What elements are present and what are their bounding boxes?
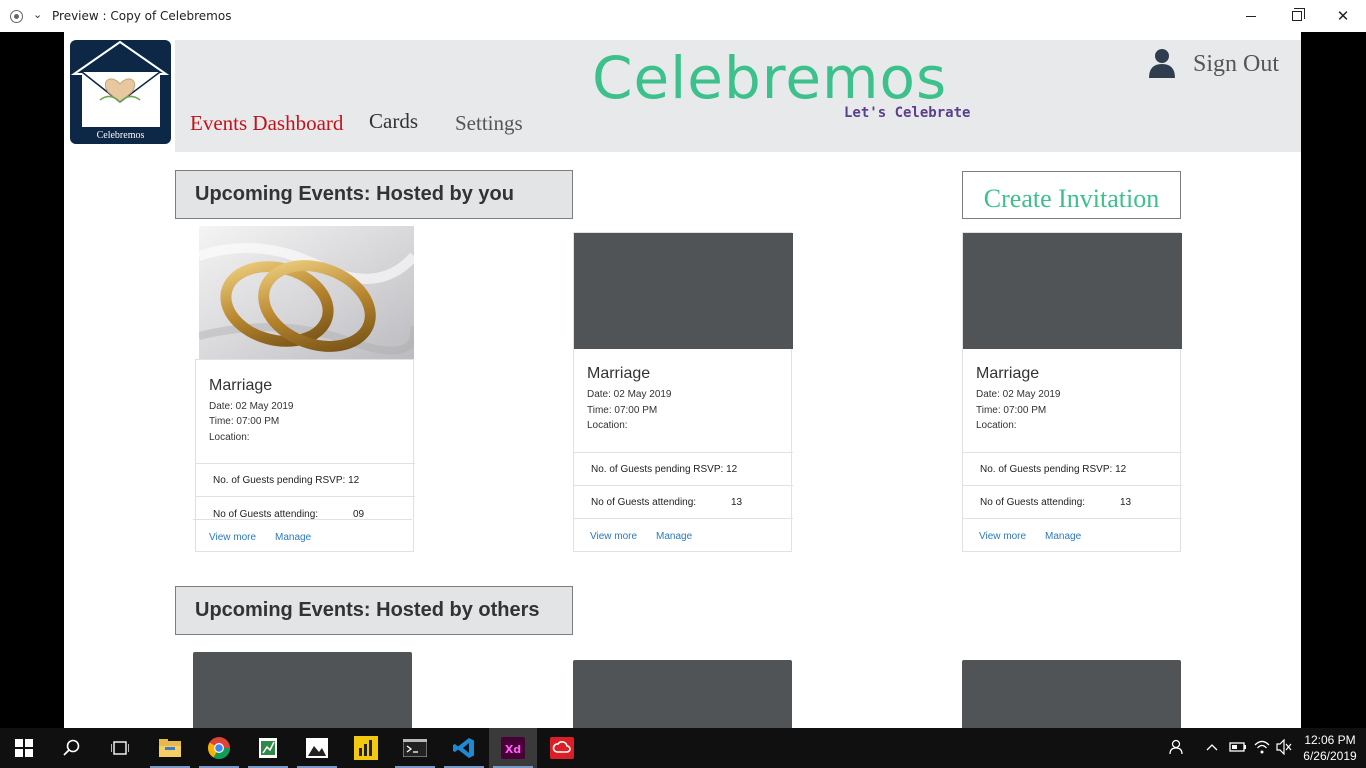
battery-icon[interactable]	[1229, 741, 1247, 753]
minimize-button[interactable]	[1228, 0, 1274, 32]
event-image-placeholder	[574, 233, 793, 349]
creative-cloud-icon[interactable]	[538, 728, 586, 768]
clock-time: 12:06 PM	[1304, 733, 1356, 747]
section-heading: Upcoming Events: Hosted by you	[195, 183, 514, 205]
section-hosted-by-you: Upcoming Events: Hosted by you	[175, 170, 573, 219]
view-more-link[interactable]: View more	[209, 532, 256, 543]
vscode-icon[interactable]	[440, 728, 488, 768]
volume-muted-icon[interactable]	[1276, 739, 1292, 755]
chrome-icon[interactable]	[195, 728, 243, 768]
section-heading: Upcoming Events: Hosted by others	[195, 599, 540, 621]
pending-rsvp-row: No. of Guests pending RSVP: 12	[196, 463, 415, 496]
create-invitation-label: Create Invitation	[983, 184, 1160, 213]
attending-label: No of Guests attending:	[591, 497, 697, 508]
card-actions: View more Manage	[193, 519, 412, 552]
event-title: Marriage	[209, 377, 273, 394]
view-more-link[interactable]: View more	[590, 531, 637, 542]
event-image-placeholder	[963, 233, 1182, 349]
clock-date: 6/26/2019	[1303, 749, 1357, 763]
event-location: Location:	[587, 420, 628, 431]
wedding-rings-photo	[199, 226, 414, 359]
event-card: Marriage Date: 02 May 2019 Time: 07:00 P…	[573, 232, 793, 552]
brand-title: Celebremos	[592, 44, 948, 112]
task-view-icon[interactable]	[96, 728, 144, 768]
people-icon[interactable]	[1169, 739, 1185, 755]
event-date: Date: 02 May 2019	[587, 389, 672, 400]
event-card-placeholder[interactable]	[573, 660, 792, 728]
event-card: Marriage Date: 02 May 2019 Time: 07:00 P…	[193, 359, 415, 552]
event-time: Time: 07:00 PM	[209, 416, 280, 427]
window-title: Preview : Copy of Celebremos	[52, 9, 232, 23]
sign-out-link[interactable]: Sign Out	[1193, 51, 1279, 78]
chevron-down-icon[interactable]: ⌄	[33, 8, 42, 21]
event-date: Date: 02 May 2019	[976, 389, 1061, 400]
attending-label: No of Guests attending:	[980, 497, 1086, 508]
svg-text:Xd: Xd	[505, 743, 521, 756]
close-icon: ✕	[1336, 8, 1350, 25]
pending-rsvp-label: No. of Guests pending RSVP: 12	[213, 475, 360, 486]
event-location: Location:	[976, 420, 1017, 431]
photos-icon[interactable]	[293, 728, 341, 768]
minimize-icon	[1246, 15, 1256, 17]
event-card-placeholder[interactable]	[193, 652, 412, 728]
restore-button[interactable]	[1274, 0, 1320, 32]
event-title: Marriage	[587, 365, 651, 382]
pending-rsvp-label: No. of Guests pending RSVP: 12	[980, 464, 1127, 475]
attending-value: 13	[1120, 497, 1132, 508]
search-icon[interactable]	[48, 728, 96, 768]
app-record-icon[interactable]	[10, 10, 23, 23]
system-clock[interactable]: 12:06 PM 6/26/2019	[1300, 732, 1360, 764]
pending-rsvp-row: No. of Guests pending RSVP: 12	[963, 452, 1182, 485]
section-hosted-by-others: Upcoming Events: Hosted by others	[175, 586, 573, 635]
event-location: Location:	[209, 432, 250, 443]
logo[interactable]: Celebremos	[70, 40, 171, 144]
attending-row: No of Guests attending: 09	[196, 496, 415, 520]
wifi-icon[interactable]	[1254, 739, 1270, 755]
event-time: Time: 07:00 PM	[587, 405, 658, 416]
card-actions: View more Manage	[963, 518, 1182, 551]
envelope-logo-icon	[70, 40, 170, 127]
preview-artboard: Celebremos Celebremos Let's Celebrate Ev…	[64, 32, 1301, 728]
chevron-up-icon[interactable]	[1206, 743, 1218, 751]
event-card-placeholder[interactable]	[962, 660, 1181, 728]
nav-events-dashboard[interactable]: Events Dashboard	[190, 111, 343, 136]
attending-row: No of Guests attending: 13	[963, 485, 1182, 518]
tagline: Let's Celebrate	[844, 105, 971, 121]
windows-start-icon[interactable]	[0, 728, 48, 768]
file-explorer-icon[interactable]	[146, 728, 194, 768]
create-invitation-button[interactable]: Create Invitation	[962, 171, 1181, 219]
restore-icon	[1292, 8, 1305, 21]
event-date: Date: 02 May 2019	[209, 401, 294, 412]
close-button[interactable]: ✕	[1320, 0, 1366, 32]
manage-link[interactable]: Manage	[1045, 531, 1081, 542]
user-icon[interactable]	[1147, 48, 1177, 78]
logo-text: Celebremos	[96, 130, 145, 141]
event-card: Marriage Date: 02 May 2019 Time: 07:00 P…	[962, 232, 1182, 552]
header-bar: Celebremos Let's Celebrate Events Dashbo…	[175, 40, 1301, 152]
power-bi-icon[interactable]	[342, 728, 390, 768]
nav-cards[interactable]: Cards	[369, 109, 418, 134]
event-time: Time: 07:00 PM	[976, 405, 1047, 416]
manage-link[interactable]: Manage	[656, 531, 692, 542]
pending-rsvp-row: No. of Guests pending RSVP: 12	[574, 452, 793, 485]
card-actions: View more Manage	[574, 518, 793, 551]
attending-value: 13	[731, 497, 743, 508]
attending-row: No of Guests attending: 13	[574, 485, 793, 518]
taskbar: Xd 12:06 PM 6/26/2019	[0, 728, 1366, 768]
nav-settings[interactable]: Settings	[455, 111, 523, 136]
manage-link[interactable]: Manage	[275, 532, 311, 543]
excel-icon[interactable]	[244, 728, 292, 768]
window-titlebar: ⌄ Preview : Copy of Celebremos ✕	[0, 0, 1366, 32]
terminal-icon[interactable]	[391, 728, 439, 768]
pending-rsvp-label: No. of Guests pending RSVP: 12	[591, 464, 738, 475]
adobe-xd-icon[interactable]: Xd	[489, 728, 537, 768]
event-title: Marriage	[976, 365, 1040, 382]
view-more-link[interactable]: View more	[979, 531, 1026, 542]
